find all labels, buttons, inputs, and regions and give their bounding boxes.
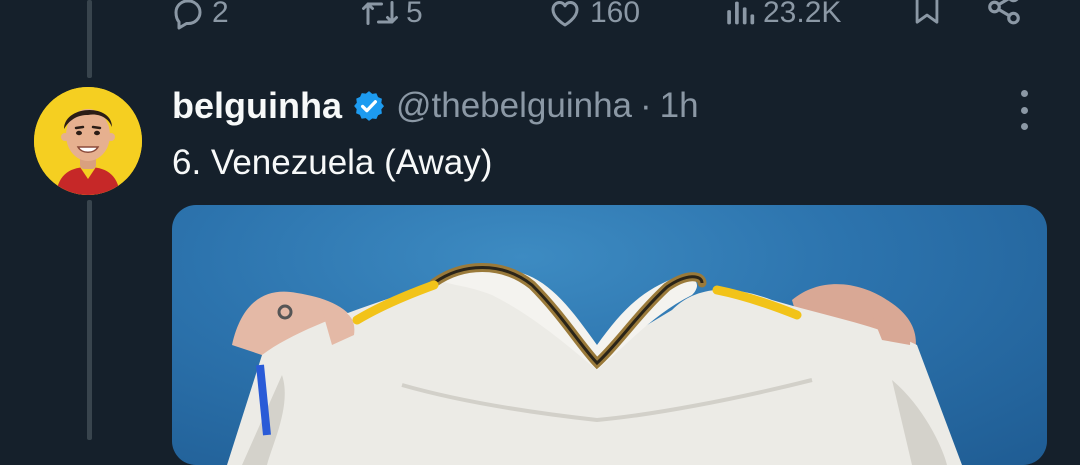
jersey-photo [227, 263, 962, 465]
share-button[interactable] [985, 0, 1023, 26]
more-options-button[interactable] [1010, 90, 1038, 130]
tweet-media-image[interactable] [172, 205, 1047, 465]
previous-tweet-action-bar: 2 5 160 23.2K [170, 0, 1040, 38]
like-count: 160 [590, 0, 641, 29]
views-icon [727, 1, 755, 25]
verified-badge-icon [352, 89, 386, 123]
reply-icon [174, 0, 202, 30]
view-count: 23.2K [763, 0, 842, 29]
like-button[interactable]: 160 [546, 0, 640, 38]
more-dot-icon [1020, 123, 1028, 130]
header-separator: · [640, 86, 652, 125]
reply-count: 2 [212, 0, 229, 29]
retweet-button[interactable]: 5 [360, 0, 423, 38]
views-button[interactable]: 23.2K [723, 0, 841, 38]
like-icon [551, 1, 579, 27]
bookmark-icon [915, 0, 939, 24]
thread-connector-top [87, 0, 92, 78]
tweet-text: 6. Venezuela (Away) [172, 143, 493, 182]
avatar-illustration [34, 87, 142, 195]
share-icon [988, 0, 1020, 25]
retweet-icon [362, 1, 398, 25]
more-dot-icon [1020, 90, 1028, 97]
display-name[interactable]: belguinha [172, 85, 342, 127]
more-dot-icon [1020, 106, 1028, 114]
tweet-header: belguinha @thebelguinha · 1h [172, 80, 699, 132]
avatar[interactable] [34, 87, 142, 195]
tweet-timestamp[interactable]: 1h [660, 86, 699, 126]
user-handle[interactable]: @thebelguinha [396, 86, 632, 126]
reply-button[interactable]: 2 [170, 0, 229, 38]
bookmark-button[interactable] [910, 0, 944, 28]
thread-connector-bottom [87, 200, 92, 440]
retweet-count: 5 [406, 0, 423, 29]
